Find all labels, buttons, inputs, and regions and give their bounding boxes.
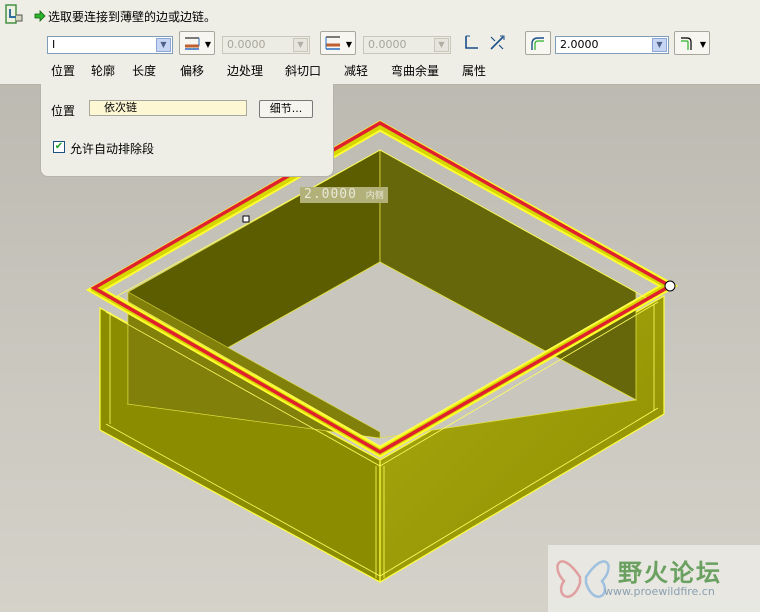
edge-endpoint-handle[interactable]	[664, 280, 676, 292]
length-input-1[interactable]: 0.0000 ▼	[222, 36, 310, 54]
length-input-2[interactable]: 0.0000 ▼	[363, 36, 451, 54]
tab-offset[interactable]: 偏移	[180, 62, 204, 79]
bend-radius-button[interactable]: ▼	[674, 31, 710, 55]
watermark-title: 野火论坛	[618, 559, 722, 587]
position-label: 位置	[51, 104, 76, 118]
chevron-down-icon[interactable]: ▼	[156, 38, 171, 52]
offset-icon	[325, 36, 340, 50]
flip-direction-icon[interactable]	[488, 34, 506, 55]
wall-height-icon	[185, 37, 200, 50]
tab-miter-cuts[interactable]: 斜切口	[285, 62, 321, 79]
watermark: 野火论坛 www.proewildfire.cn	[548, 545, 760, 612]
placement-panel: 位置 依次链 细节... ✔ 允许自动排除段	[40, 84, 334, 177]
chevron-down-icon: ▼	[204, 40, 211, 49]
wall-height-button[interactable]: ▼	[179, 31, 215, 55]
chevron-down-icon: ▼	[345, 40, 352, 49]
tab-profile[interactable]: 轮廓	[91, 62, 115, 79]
tab-bend-allowance[interactable]: 弯曲余量	[391, 62, 439, 79]
length-value-2: 0.0000	[368, 38, 407, 51]
details-button[interactable]: 细节...	[259, 100, 313, 118]
dimension-side: 内侧	[365, 191, 384, 201]
chevron-down-icon: ▼	[293, 38, 308, 52]
chevron-down-icon: ▼	[434, 38, 449, 52]
tab-length[interactable]: 长度	[132, 62, 156, 79]
thickness-dimension[interactable]: 2.0000 内侧	[300, 187, 388, 203]
butterfly-logo-icon	[556, 560, 610, 598]
thickness-icon	[531, 37, 544, 50]
chevron-down-icon: ▼	[699, 40, 706, 49]
wall-type-value: I	[52, 38, 56, 51]
length-value-1: 0.0000	[227, 38, 266, 51]
auto-exclude-checkbox[interactable]: ✔	[53, 141, 65, 153]
chain-collector[interactable]: 依次链	[89, 100, 247, 116]
thickness-input[interactable]: 2.0000 ▼	[555, 36, 669, 54]
dashboard-toolbar: 选取要连接到薄壁的边或边链。 I ▼ ▼ 0.0000 ▼ ▼ 0.0000 ▼	[0, 0, 760, 85]
chevron-down-icon[interactable]: ▼	[652, 38, 667, 52]
thickness-button[interactable]	[525, 31, 551, 55]
drag-handle[interactable]	[242, 215, 250, 223]
auto-exclude-label: 允许自动排除段	[70, 142, 155, 156]
prompt-message: 选取要连接到薄壁的边或边链。	[48, 10, 217, 24]
bend-radius-icon	[681, 37, 692, 50]
offset-type-button[interactable]: ▼	[320, 31, 356, 55]
tab-position[interactable]: 位置	[51, 62, 75, 79]
tab-edge-treatment[interactable]: 边处理	[227, 62, 263, 79]
sheetmetal-feature-icon	[4, 4, 24, 29]
watermark-url: www.proewildfire.cn	[604, 585, 715, 598]
tab-relief[interactable]: 减轻	[344, 62, 368, 79]
flip-side-icon[interactable]	[464, 34, 480, 53]
green-arrow-icon	[34, 10, 46, 25]
dimension-value: 2.0000	[304, 187, 357, 202]
thickness-value: 2.0000	[560, 38, 599, 51]
tab-properties[interactable]: 属性	[462, 62, 486, 79]
wall-type-select[interactable]: I ▼	[47, 36, 173, 54]
